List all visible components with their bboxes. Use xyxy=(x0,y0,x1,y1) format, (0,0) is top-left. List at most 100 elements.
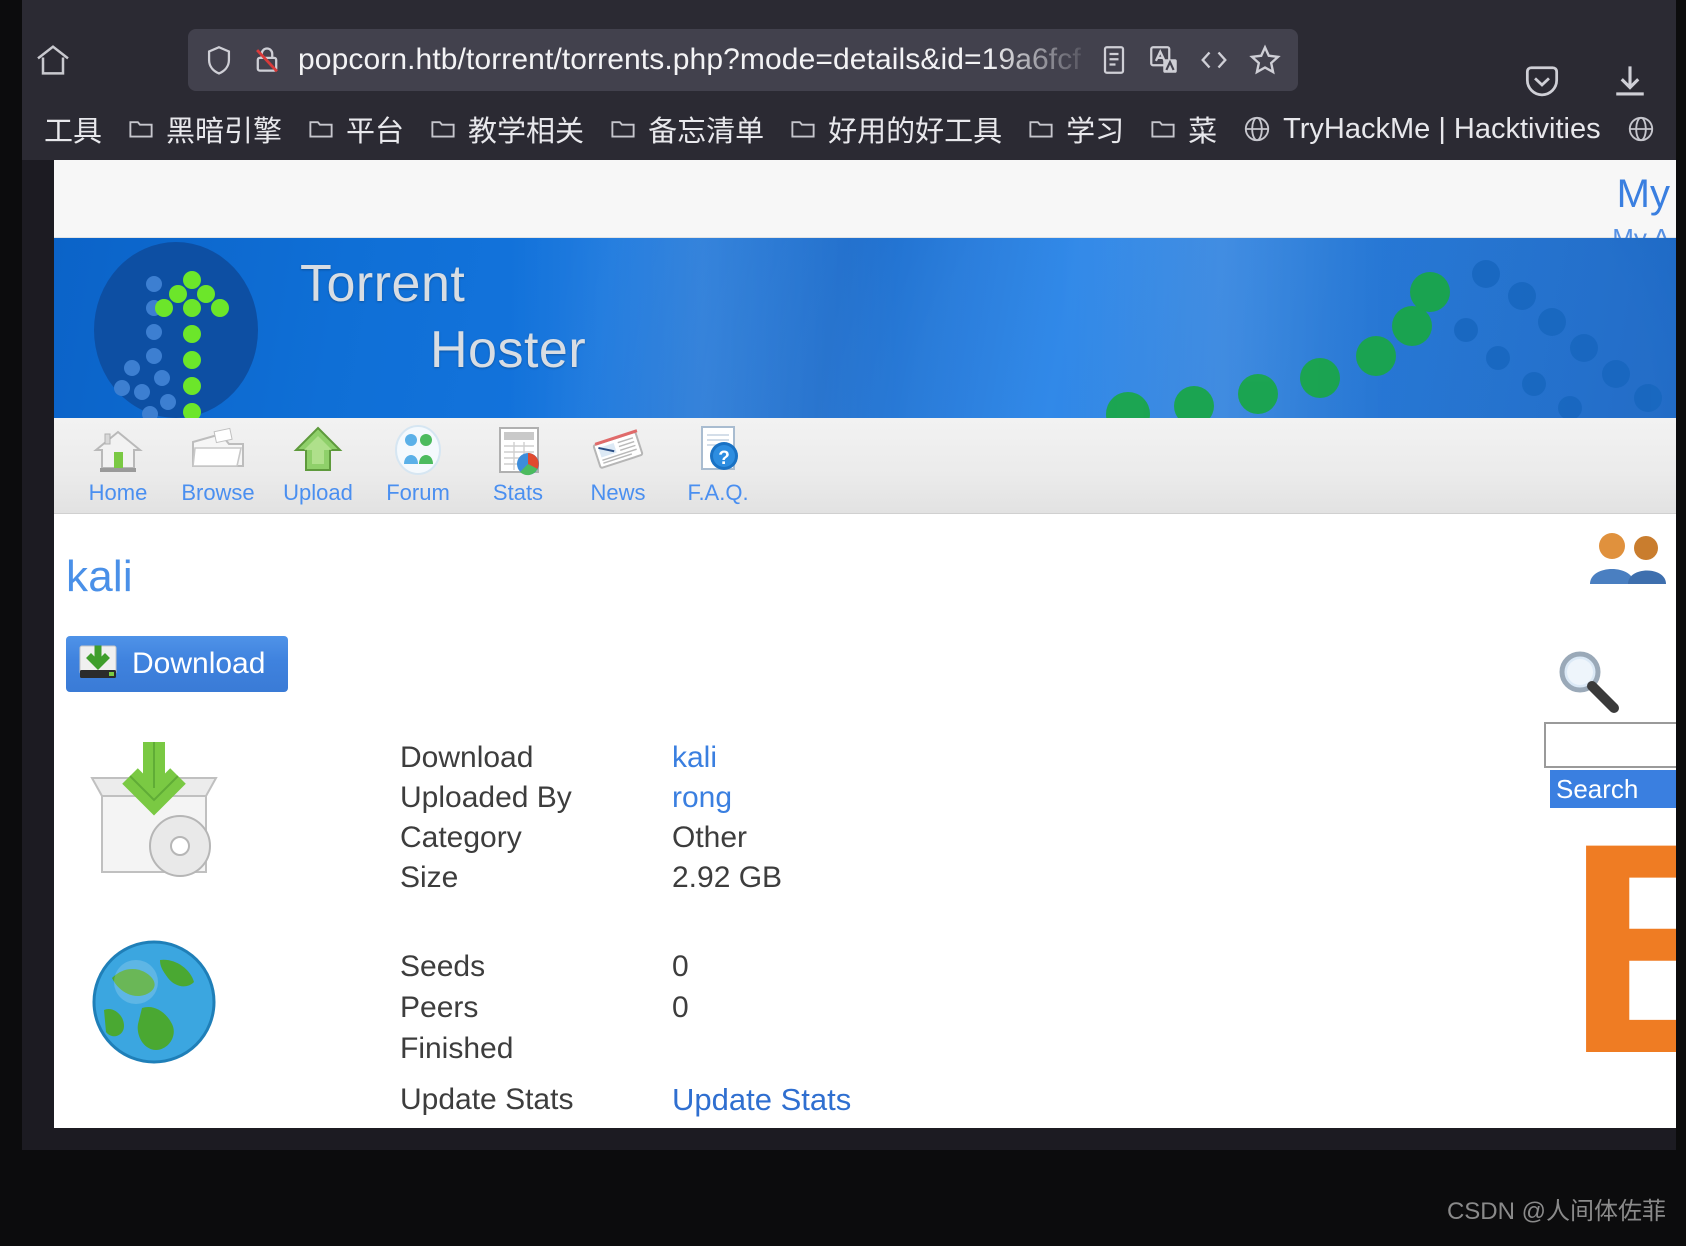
nav-item-faq[interactable]: ? F.A.Q. xyxy=(668,418,768,512)
torrent-info-table: Download kali Uploaded By rong Category … xyxy=(400,738,782,898)
globe-icon xyxy=(90,938,218,1066)
star-icon[interactable] xyxy=(1246,41,1284,79)
shield-icon[interactable] xyxy=(202,43,236,77)
folder-icon xyxy=(788,114,818,144)
browser-nav-row: popcorn.htb/torrent/torrents.php?mode=de… xyxy=(22,24,1676,96)
info-key: Download xyxy=(400,741,534,774)
bookmarks-bar: 工具 黑暗引擎 平台 教学相关 备忘清单 好用的好工具 学习 菜 TryHack… xyxy=(44,100,1686,158)
orange-logo-letter: B xyxy=(1566,818,1676,1098)
download-box-icon xyxy=(76,640,120,689)
package-icon xyxy=(84,732,224,882)
nav-item-upload[interactable]: Upload xyxy=(268,418,368,512)
table-row: Seeds 0 xyxy=(400,946,851,987)
nav-item-stats[interactable]: Stats xyxy=(468,418,568,512)
globe-icon xyxy=(1241,113,1273,145)
stat-value-peers: 0 xyxy=(672,990,689,1024)
nav-label: Upload xyxy=(283,480,353,505)
download-button-label: Download xyxy=(132,647,266,680)
desktop-bottom-edge xyxy=(0,1150,1686,1246)
home-icon[interactable] xyxy=(26,40,80,80)
bookmark-item[interactable]: 学习 xyxy=(1014,107,1136,151)
bookmark-label: 教学相关 xyxy=(468,116,585,148)
banner-title-line1: Torrent xyxy=(300,255,466,313)
stat-key: Peers xyxy=(400,990,479,1024)
folder-icon xyxy=(428,114,458,144)
table-row: Finished xyxy=(400,1028,851,1069)
table-row: Uploaded By rong xyxy=(400,778,782,818)
info-key: Category xyxy=(400,821,522,854)
address-bar[interactable]: popcorn.htb/torrent/torrents.php?mode=de… xyxy=(188,29,1298,91)
bookmark-label: 菜 xyxy=(1188,116,1218,148)
download-button[interactable]: Download xyxy=(66,636,288,692)
people-icon xyxy=(390,422,446,478)
stat-value-seeds: 0 xyxy=(672,949,689,983)
info-value-category: Other xyxy=(672,821,748,854)
url-text[interactable]: popcorn.htb/torrent/torrents.php?mode=de… xyxy=(298,43,1082,77)
info-key: Size xyxy=(400,861,459,894)
sidebar-rail: Search B xyxy=(1526,514,1676,1128)
search-input[interactable] xyxy=(1544,722,1676,768)
nav-item-news[interactable]: News xyxy=(568,418,668,512)
desktop-left-edge xyxy=(0,0,22,1246)
code-icon[interactable] xyxy=(1196,42,1232,78)
globe-icon xyxy=(1625,113,1657,145)
bookmark-item[interactable]: 好用的好工具 xyxy=(776,107,1014,151)
banner-title-line2: Hoster xyxy=(430,321,587,379)
nav-item-forum[interactable]: Forum xyxy=(368,418,468,512)
watermark: CSDN @人间体佐菲 xyxy=(1446,1198,1666,1225)
nav-label: News xyxy=(590,480,646,505)
reader-view-icon[interactable] xyxy=(1096,42,1132,78)
torrent-details-content: kali Download Download kali Uploaded By … xyxy=(54,514,1676,1128)
table-row: Update Stats Update Stats xyxy=(400,1079,851,1120)
bookmark-item[interactable] xyxy=(1613,107,1669,151)
stat-key: Update Stats xyxy=(400,1082,574,1116)
bookmark-label: TryHackMe | Hacktivities xyxy=(1283,112,1601,145)
newspaper-icon xyxy=(588,422,648,478)
table-row: Size 2.92 GB xyxy=(400,858,782,898)
site-logo xyxy=(94,242,264,418)
nav-label: Stats xyxy=(492,480,544,505)
bookmark-item[interactable]: TryHackMe | Hacktivities xyxy=(1229,107,1612,151)
folder-icon xyxy=(1026,114,1056,144)
bookmark-label: 工具 xyxy=(44,116,103,148)
folder-icon xyxy=(126,114,156,144)
nav-label: Home xyxy=(88,480,148,505)
desktop-right-edge xyxy=(1676,0,1686,1246)
translate-icon[interactable] xyxy=(1146,42,1182,78)
magnifier-icon xyxy=(1550,644,1622,716)
info-value-download-link[interactable]: kali xyxy=(672,741,717,775)
search-button[interactable]: Search xyxy=(1550,770,1676,808)
question-page-icon: ? xyxy=(690,422,746,478)
site-banner: Torrent Hoster xyxy=(54,238,1676,418)
bookmark-label: 平台 xyxy=(346,116,405,148)
nav-label: Forum xyxy=(386,480,450,505)
site-topbar: My My A xyxy=(54,160,1676,253)
svg-text:?: ? xyxy=(718,448,730,469)
table-row: Category Other xyxy=(400,818,782,858)
banner-decoration-dots xyxy=(1106,260,1662,418)
bookmark-item[interactable]: 备忘清单 xyxy=(596,107,776,151)
bookmark-item[interactable]: 菜 xyxy=(1136,107,1229,151)
stat-key: Finished xyxy=(400,1031,514,1065)
info-value-size: 2.92 GB xyxy=(672,861,783,894)
update-stats-link[interactable]: Update Stats xyxy=(672,1082,851,1118)
folder-icon xyxy=(306,114,336,144)
bookmark-label: 学习 xyxy=(1066,116,1125,148)
nav-item-browse[interactable]: Browse xyxy=(168,418,268,512)
bookmark-item[interactable]: 平台 xyxy=(294,107,416,151)
folder-icon xyxy=(1148,114,1178,144)
folder-icon xyxy=(608,114,638,144)
bookmark-item[interactable]: 教学相关 xyxy=(416,107,596,151)
web-page-viewport: My My A xyxy=(54,160,1676,1128)
bookmark-item[interactable]: 工具 xyxy=(44,107,114,151)
lock-crossed-icon[interactable] xyxy=(250,43,284,77)
site-nav: Home Browse Upload Forum Stats News ? F.… xyxy=(54,418,1676,514)
info-value-uploader-link[interactable]: rong xyxy=(672,781,732,815)
site-account-label: My xyxy=(1616,172,1670,216)
bookmark-item[interactable]: 黑暗引擎 xyxy=(114,107,294,151)
nav-item-home[interactable]: Home xyxy=(68,418,168,512)
green-arrow-up-icon xyxy=(290,422,346,478)
screen: popcorn.htb/torrent/torrents.php?mode=de… xyxy=(0,0,1686,1246)
chart-icon xyxy=(490,422,546,478)
nav-label: F.A.Q. xyxy=(687,480,749,505)
